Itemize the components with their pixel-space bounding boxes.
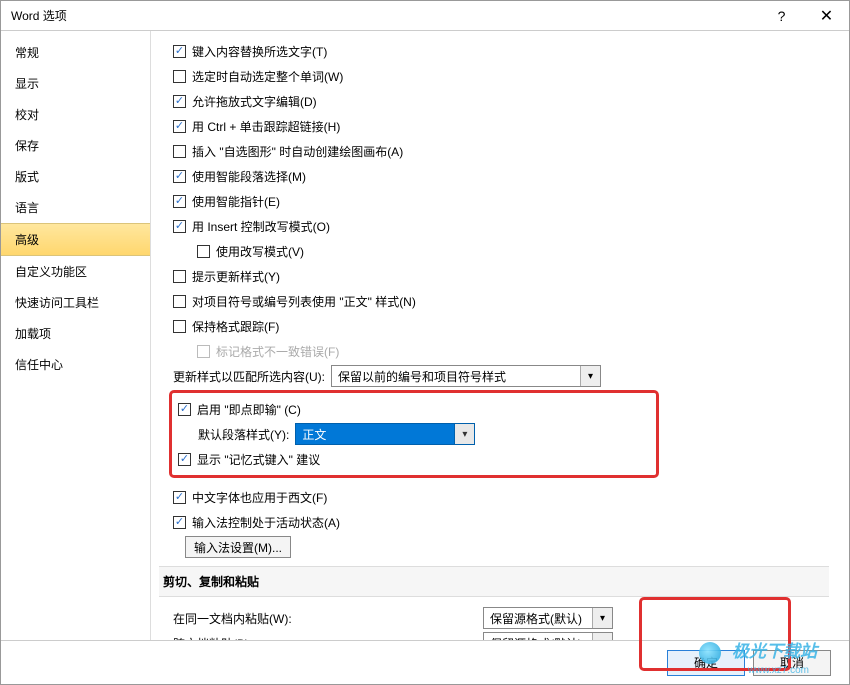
label-insert-overtype: 用 Insert 控制改写模式(O) [192, 218, 330, 235]
select-paste-same-doc[interactable]: 保留源格式(默认) ▾ [483, 607, 613, 629]
cancel-button[interactable]: 取消 [753, 650, 831, 676]
sidebar-item-proofing[interactable]: 校对 [1, 99, 150, 130]
label-normal-style-list: 对项目符号或编号列表使用 "正文" 样式(N) [192, 293, 416, 310]
help-button[interactable]: ? [759, 1, 804, 31]
sidebar-item-save[interactable]: 保存 [1, 130, 150, 161]
label-cn-font-western: 中文字体也应用于西文(F) [192, 489, 327, 506]
label-overtype: 使用改写模式(V) [216, 243, 304, 260]
checkbox-insert-overtype[interactable]: ✓ [173, 220, 186, 233]
checkbox-normal-style-list[interactable] [173, 295, 186, 308]
checkbox-drag-drop[interactable]: ✓ [173, 95, 186, 108]
select-update-style-match[interactable]: 保留以前的编号和项目符号样式 ▾ [331, 365, 601, 387]
label-ime-active: 输入法控制处于活动状态(A) [192, 514, 340, 531]
checkbox-cn-font-western[interactable]: ✓ [173, 491, 186, 504]
chevron-down-icon: ▾ [580, 366, 600, 386]
select-default-para-style[interactable]: 正文 ▾ [295, 423, 475, 445]
sidebar-item-display[interactable]: 显示 [1, 68, 150, 99]
dialog-title: Word 选项 [11, 7, 67, 24]
sidebar-item-customize-ribbon[interactable]: 自定义功能区 [1, 256, 150, 287]
label-auto-canvas: 插入 "自选图形" 时自动创建绘图画布(A) [192, 143, 403, 160]
options-panel: ✓ 键入内容替换所选文字(T) 选定时自动选定整个单词(W) ✓ 允许拖放式文字… [151, 31, 849, 640]
label-smart-cursor: 使用智能指针(E) [192, 193, 280, 210]
ime-settings-button[interactable]: 输入法设置(M)... [185, 536, 291, 558]
sidebar-item-layout[interactable]: 版式 [1, 161, 150, 192]
select-paste-cross-doc[interactable]: 保留源格式(默认) ▾ [483, 632, 613, 640]
sidebar-item-general[interactable]: 常规 [1, 37, 150, 68]
checkbox-auto-canvas[interactable] [173, 145, 186, 158]
label-drag-drop: 允许拖放式文字编辑(D) [192, 93, 317, 110]
label-click-and-type: 启用 "即点即输" (C) [197, 401, 301, 418]
checkbox-click-and-type[interactable]: ✓ [178, 403, 191, 416]
label-update-style-match: 更新样式以匹配所选内容(U): [173, 368, 325, 385]
label-autocomplete: 显示 "记忆式键入" 建议 [197, 451, 320, 468]
label-default-para-style: 默认段落样式(Y): [198, 426, 289, 443]
sidebar-item-quick-access[interactable]: 快速访问工具栏 [1, 287, 150, 318]
category-sidebar: 常规 显示 校对 保存 版式 语言 高级 自定义功能区 快速访问工具栏 加载项 … [1, 31, 151, 640]
label-update-style-prompt: 提示更新样式(Y) [192, 268, 280, 285]
checkbox-autocomplete[interactable]: ✓ [178, 453, 191, 466]
checkbox-mark-format-inconsistency [197, 345, 210, 358]
checkbox-select-word[interactable] [173, 70, 186, 83]
sidebar-item-advanced[interactable]: 高级 [1, 223, 150, 256]
label-paste-same-doc: 在同一文档内粘贴(W): [173, 610, 483, 627]
sidebar-item-language[interactable]: 语言 [1, 192, 150, 223]
chevron-down-icon: ▾ [592, 608, 612, 628]
chevron-down-icon: ▾ [592, 633, 612, 640]
sidebar-item-trust-center[interactable]: 信任中心 [1, 349, 150, 380]
label-track-format: 保持格式跟踪(F) [192, 318, 279, 335]
checkbox-smart-para[interactable]: ✓ [173, 170, 186, 183]
highlight-box-click-type: ✓ 启用 "即点即输" (C) 默认段落样式(Y): 正文 ▾ ✓ 显示 "记忆… [169, 390, 659, 478]
sidebar-item-addins[interactable]: 加载项 [1, 318, 150, 349]
ok-button[interactable]: 确定 [667, 650, 745, 676]
label-select-word: 选定时自动选定整个单词(W) [192, 68, 343, 85]
label-ctrl-click: 用 Ctrl + 单击跟踪超链接(H) [192, 118, 340, 135]
label-smart-para: 使用智能段落选择(M) [192, 168, 306, 185]
checkbox-ime-active[interactable]: ✓ [173, 516, 186, 529]
checkbox-ctrl-click[interactable]: ✓ [173, 120, 186, 133]
chevron-down-icon: ▾ [454, 424, 474, 444]
section-cut-copy-paste: 剪切、复制和粘贴 [159, 566, 829, 597]
checkbox-smart-cursor[interactable]: ✓ [173, 195, 186, 208]
label-mark-format-inconsistency: 标记格式不一致错误(F) [216, 343, 339, 360]
close-button[interactable]: ✕ [804, 1, 849, 31]
checkbox-replace-text[interactable]: ✓ [173, 45, 186, 58]
label-replace-text: 键入内容替换所选文字(T) [192, 43, 327, 60]
checkbox-overtype[interactable] [197, 245, 210, 258]
checkbox-update-style-prompt[interactable] [173, 270, 186, 283]
checkbox-track-format[interactable] [173, 320, 186, 333]
